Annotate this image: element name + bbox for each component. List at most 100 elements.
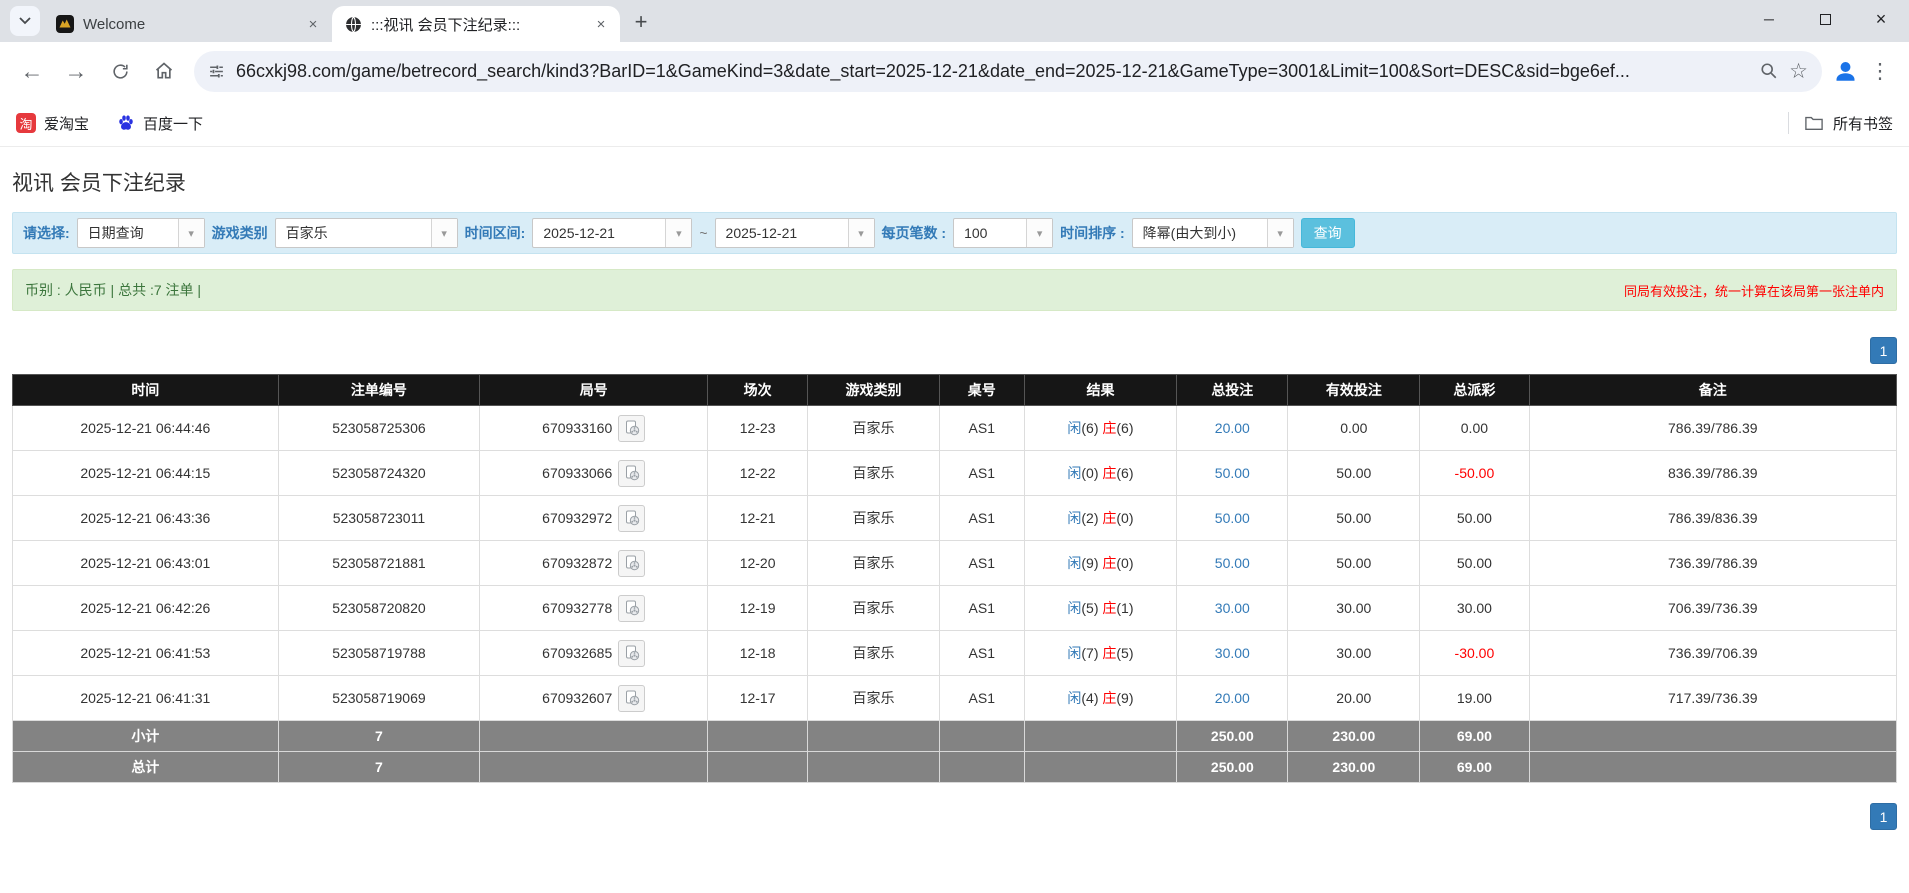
summary-note: 同局有效投注，统一计算在该局第一张注单内 xyxy=(1624,281,1884,300)
back-button[interactable]: ← xyxy=(12,51,52,91)
cell-game: 百家乐 xyxy=(808,541,940,586)
per-page-select[interactable]: 100 ▾ xyxy=(953,218,1053,248)
site-info-icon[interactable] xyxy=(208,63,225,80)
game-kind-label: 游戏类别 xyxy=(212,223,268,243)
round-number: 670932972 xyxy=(542,510,612,526)
total-bet-link[interactable]: 30.00 xyxy=(1215,645,1250,661)
browser-menu-icon[interactable]: ⋮ xyxy=(1863,59,1897,84)
cell-table: AS1 xyxy=(939,496,1024,541)
sort-select[interactable]: 降幂(由大到小) ▾ xyxy=(1132,218,1294,248)
video-replay-button[interactable] xyxy=(618,685,645,712)
cell-round: 670933160 xyxy=(480,406,708,451)
round-number: 670932607 xyxy=(542,690,612,706)
video-replay-button[interactable] xyxy=(618,550,645,577)
cell-result: 闲(4) 庄(9) xyxy=(1024,676,1177,721)
player-result: 闲 xyxy=(1067,465,1081,481)
total-row-cell: 总计 xyxy=(13,752,279,783)
profile-avatar[interactable] xyxy=(1832,58,1859,85)
cell-valid-bet: 0.00 xyxy=(1288,406,1420,451)
tab-search-button[interactable] xyxy=(10,6,40,36)
cell-table: AS1 xyxy=(939,676,1024,721)
baidu-paw-icon xyxy=(117,114,135,132)
cell-total-bet: 50.00 xyxy=(1177,496,1288,541)
subtotal-row-cell xyxy=(808,721,940,752)
summary-currency-count: 币别 : 人民币 | 总共 :7 注单 | xyxy=(25,280,201,300)
cell-bet-id: 523058724320 xyxy=(278,451,480,496)
subtotal-row: 小计7250.00230.0069.00 xyxy=(13,721,1897,752)
total-bet-link[interactable]: 20.00 xyxy=(1215,420,1250,436)
player-result: 闲 xyxy=(1067,690,1081,706)
video-replay-icon xyxy=(624,510,640,526)
cell-session: 12-21 xyxy=(708,496,808,541)
cell-total-bet: 30.00 xyxy=(1177,631,1288,676)
total-bet-link[interactable]: 50.00 xyxy=(1215,555,1250,571)
cell-result: 闲(2) 庄(0) xyxy=(1024,496,1177,541)
column-header: 游戏类别 xyxy=(808,375,940,406)
total-bet-link[interactable]: 50.00 xyxy=(1215,510,1250,526)
video-replay-button[interactable] xyxy=(618,595,645,622)
select-type-label: 请选择: xyxy=(23,223,70,243)
total-row-cell xyxy=(708,752,808,783)
cell-result: 闲(7) 庄(5) xyxy=(1024,631,1177,676)
bookmark-label: 爱淘宝 xyxy=(44,113,89,134)
cell-table: AS1 xyxy=(939,541,1024,586)
page-1-button[interactable]: 1 xyxy=(1870,337,1897,364)
url-text[interactable]: 66cxkj98.com/game/betrecord_search/kind3… xyxy=(236,61,1749,82)
total-bet-link[interactable]: 30.00 xyxy=(1215,600,1250,616)
video-replay-button[interactable] xyxy=(618,505,645,532)
welcome-favicon-icon xyxy=(56,15,74,33)
tab-bet-record[interactable]: :::视讯 会员下注纪录::: × xyxy=(332,6,620,42)
video-replay-button[interactable] xyxy=(618,415,645,442)
minimize-button[interactable]: ─ xyxy=(1741,0,1797,38)
tab-welcome[interactable]: Welcome × xyxy=(44,6,332,42)
column-header: 时间 xyxy=(13,375,279,406)
video-replay-button[interactable] xyxy=(618,640,645,667)
maximize-button[interactable] xyxy=(1797,0,1853,38)
browser-chrome: Welcome × :::视讯 会员下注纪录::: × + ─ × ← → xyxy=(0,0,1909,147)
bookmark-taobao[interactable]: 淘 爱淘宝 xyxy=(16,113,89,134)
total-row-cell: 250.00 xyxy=(1177,752,1288,783)
sort-label: 时间排序 : xyxy=(1060,223,1125,243)
close-window-button[interactable]: × xyxy=(1853,0,1909,38)
column-header: 场次 xyxy=(708,375,808,406)
page-1-button[interactable]: 1 xyxy=(1870,803,1897,830)
column-header: 桌号 xyxy=(939,375,1024,406)
cell-game: 百家乐 xyxy=(808,586,940,631)
cell-valid-bet: 20.00 xyxy=(1288,676,1420,721)
zoom-icon[interactable] xyxy=(1760,62,1778,80)
cell-round: 670932685 xyxy=(480,631,708,676)
address-bar[interactable]: 66cxkj98.com/game/betrecord_search/kind3… xyxy=(194,51,1822,92)
cell-bet-id: 523058720820 xyxy=(278,586,480,631)
cell-payout: 0.00 xyxy=(1420,406,1529,451)
total-bet-link[interactable]: 20.00 xyxy=(1215,690,1250,706)
tab-close-icon[interactable]: × xyxy=(592,15,610,33)
game-kind-select[interactable]: 百家乐 ▾ xyxy=(275,218,458,248)
cell-session: 12-19 xyxy=(708,586,808,631)
date-end-input[interactable]: 2025-12-21 ▾ xyxy=(715,218,875,248)
tab-strip: Welcome × :::视讯 会员下注纪录::: × + ─ × xyxy=(0,0,1909,42)
total-row-cell xyxy=(808,752,940,783)
all-bookmarks[interactable]: 所有书签 xyxy=(1788,112,1893,134)
table-row: 2025-12-21 06:44:46523058725306670933160… xyxy=(13,406,1897,451)
bookmark-baidu[interactable]: 百度一下 xyxy=(117,113,203,134)
round-number: 670933066 xyxy=(542,465,612,481)
bookmark-label: 百度一下 xyxy=(143,113,203,134)
column-header: 局号 xyxy=(480,375,708,406)
total-bet-link[interactable]: 50.00 xyxy=(1215,465,1250,481)
date-start-input[interactable]: 2025-12-21 ▾ xyxy=(532,218,692,248)
chevron-down-icon: ▾ xyxy=(431,219,457,247)
query-type-select[interactable]: 日期查询 ▾ xyxy=(77,218,205,248)
tab-close-icon[interactable]: × xyxy=(304,15,322,33)
cell-payout: 50.00 xyxy=(1420,541,1529,586)
video-replay-button[interactable] xyxy=(618,460,645,487)
bookmark-star-icon[interactable]: ☆ xyxy=(1789,59,1808,84)
banker-result: 庄 xyxy=(1102,420,1116,436)
search-button[interactable]: 查询 xyxy=(1301,218,1355,248)
cell-note: 717.39/736.39 xyxy=(1529,676,1896,721)
forward-button[interactable]: → xyxy=(56,51,96,91)
cell-payout: 19.00 xyxy=(1420,676,1529,721)
divider xyxy=(1788,112,1789,134)
reload-button[interactable] xyxy=(100,51,140,91)
new-tab-button[interactable]: + xyxy=(626,7,656,37)
home-button[interactable] xyxy=(144,51,184,91)
